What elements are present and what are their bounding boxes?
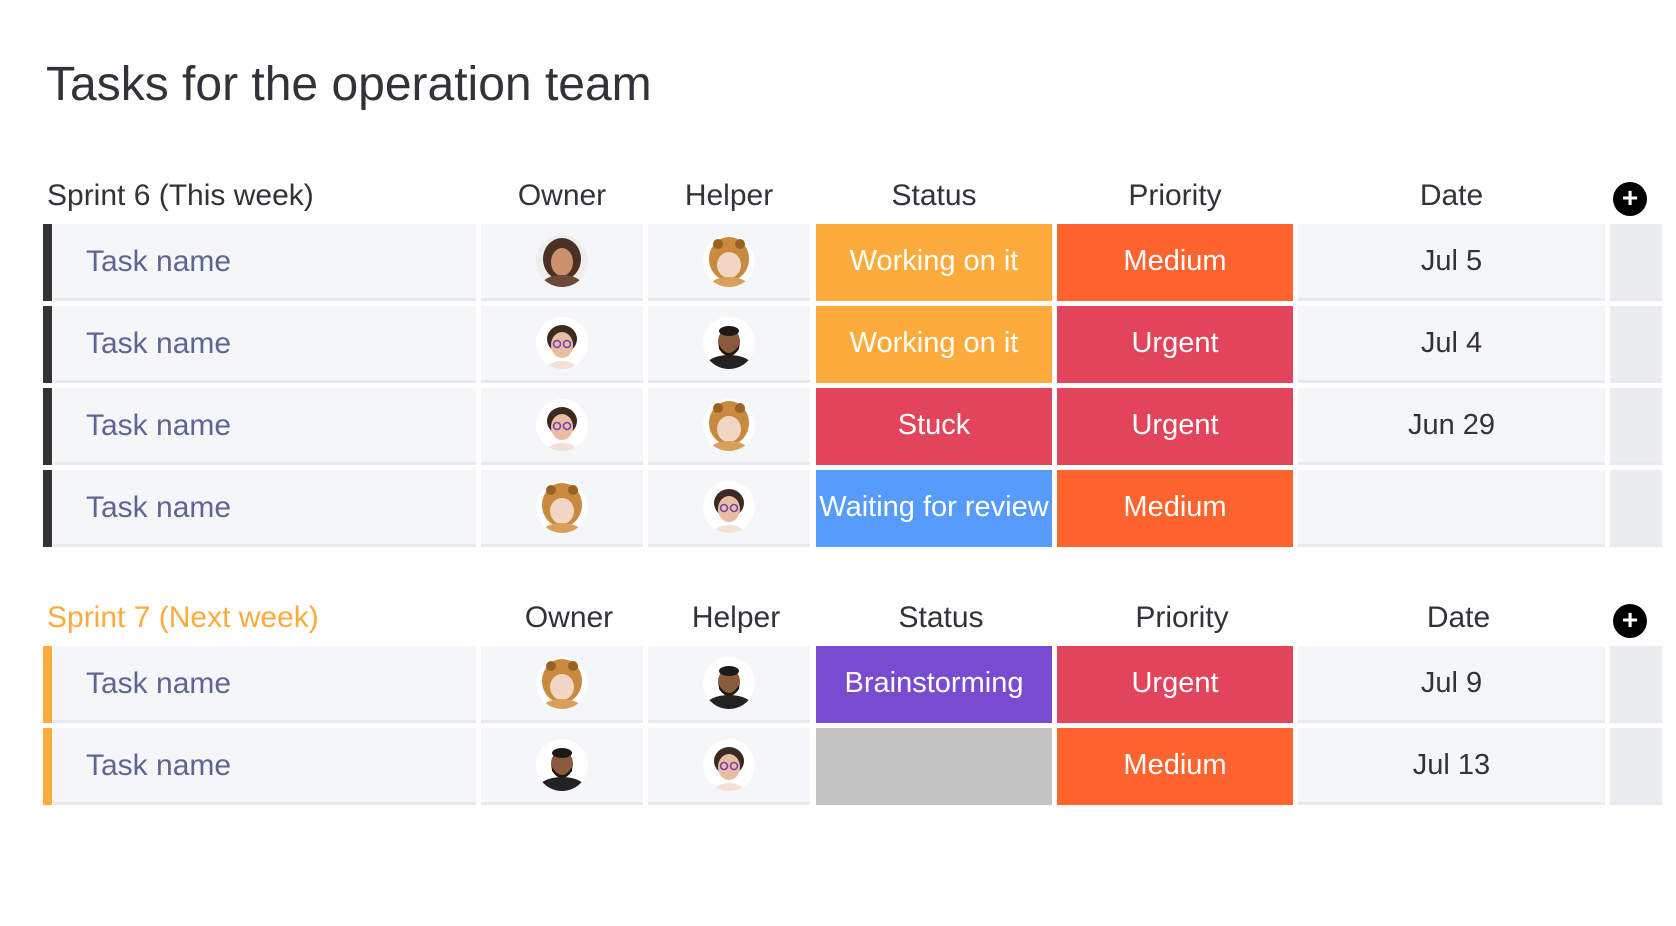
group-color-bar bbox=[43, 388, 52, 465]
woman-glasses-avatar[interactable] bbox=[703, 739, 755, 791]
task-name[interactable]: Task name bbox=[86, 664, 231, 704]
column-header-priority[interactable]: Priority bbox=[1064, 598, 1300, 638]
status-label[interactable]: Waiting for review bbox=[816, 470, 1052, 547]
task-name[interactable]: Task name bbox=[86, 746, 231, 786]
helper-cell[interactable] bbox=[648, 470, 810, 547]
column-header-status[interactable]: Status bbox=[816, 176, 1052, 216]
task-name[interactable]: Task name bbox=[86, 242, 231, 282]
date-cell[interactable]: Jul 9 bbox=[1298, 646, 1605, 723]
priority-label[interactable]: Medium bbox=[1057, 224, 1293, 301]
task-cell[interactable]: Task name bbox=[53, 646, 476, 723]
date-value: Jul 5 bbox=[1420, 245, 1483, 277]
group-title[interactable]: Sprint 6 (This week) bbox=[47, 176, 314, 216]
table-row[interactable]: Task name Stuck Urgent Jun 29 bbox=[43, 388, 1662, 470]
date-cell[interactable]: Jul 4 bbox=[1298, 306, 1605, 383]
owner-cell[interactable] bbox=[481, 728, 643, 805]
group-color-bar bbox=[43, 646, 52, 723]
date-cell[interactable]: Jun 29 bbox=[1298, 388, 1605, 465]
person-lion-hat-avatar[interactable] bbox=[536, 481, 588, 533]
owner-cell[interactable] bbox=[481, 306, 643, 383]
status-label[interactable]: Working on it bbox=[816, 306, 1052, 383]
status-label[interactable]: Stuck bbox=[816, 388, 1052, 465]
group-color-bar bbox=[43, 224, 52, 301]
priority-label[interactable]: Urgent bbox=[1057, 646, 1293, 723]
table-row[interactable]: Task name Medium Jul 13 bbox=[43, 728, 1662, 810]
task-cell[interactable]: Task name bbox=[53, 224, 476, 301]
row-extra-cell[interactable] bbox=[1610, 224, 1662, 301]
column-header-helper[interactable]: Helper bbox=[648, 176, 810, 216]
date-value: Jul 4 bbox=[1420, 327, 1483, 359]
group-color-bar bbox=[43, 306, 52, 383]
group-rows: Task name Brainstorming Urgent Jul 9 Task na… bbox=[43, 646, 1662, 810]
man-beard-avatar[interactable] bbox=[703, 317, 755, 369]
woman-glasses-avatar[interactable] bbox=[703, 481, 755, 533]
priority-label[interactable]: Urgent bbox=[1057, 388, 1293, 465]
table-row[interactable]: Task name Working on it Urgent Jul 4 bbox=[43, 306, 1662, 388]
owner-cell[interactable] bbox=[481, 224, 643, 301]
owner-cell[interactable] bbox=[481, 646, 643, 723]
row-extra-cell[interactable] bbox=[1610, 306, 1662, 383]
status-label[interactable] bbox=[816, 728, 1052, 805]
column-header-priority[interactable]: Priority bbox=[1057, 176, 1293, 216]
row-extra-cell[interactable] bbox=[1610, 470, 1662, 547]
page-title: Tasks for the operation team bbox=[46, 58, 652, 111]
column-header-owner[interactable]: Owner bbox=[481, 176, 643, 216]
date-value: Jun 29 bbox=[1407, 409, 1496, 441]
table-row[interactable]: Task name Brainstorming Urgent Jul 9 bbox=[43, 646, 1662, 728]
woman-glasses-avatar[interactable] bbox=[536, 317, 588, 369]
group-color-bar bbox=[43, 470, 52, 547]
person-lion-hat-avatar[interactable] bbox=[703, 399, 755, 451]
status-label[interactable]: Brainstorming bbox=[816, 646, 1052, 723]
woman-glasses-avatar[interactable] bbox=[536, 399, 588, 451]
column-header-helper[interactable]: Helper bbox=[655, 598, 817, 638]
table-row[interactable]: Task name Working on it Medium Jul 5 bbox=[43, 224, 1662, 306]
man-beard-avatar[interactable] bbox=[703, 657, 755, 709]
column-header-status[interactable]: Status bbox=[823, 598, 1059, 638]
person-lion-hat-avatar[interactable] bbox=[536, 657, 588, 709]
group-sprint-7: Sprint 7 (Next week) Owner Helper Status… bbox=[43, 590, 1662, 810]
person-lion-hat-avatar[interactable] bbox=[703, 235, 755, 287]
task-name[interactable]: Task name bbox=[86, 406, 231, 446]
group-header: Sprint 7 (Next week) Owner Helper Status… bbox=[43, 590, 1655, 646]
task-cell[interactable]: Task name bbox=[53, 388, 476, 465]
helper-cell[interactable] bbox=[648, 306, 810, 383]
row-extra-cell[interactable] bbox=[1610, 646, 1662, 723]
date-cell[interactable]: Jul 5 bbox=[1298, 224, 1605, 301]
task-cell[interactable]: Task name bbox=[53, 728, 476, 805]
task-cell[interactable]: Task name bbox=[53, 306, 476, 383]
column-header-owner[interactable]: Owner bbox=[488, 598, 650, 638]
task-name[interactable]: Task name bbox=[86, 488, 231, 528]
priority-label[interactable]: Urgent bbox=[1057, 306, 1293, 383]
helper-cell[interactable] bbox=[648, 646, 810, 723]
column-header-date[interactable]: Date bbox=[1298, 176, 1605, 216]
group-color-bar bbox=[43, 728, 52, 805]
helper-cell[interactable] bbox=[648, 728, 810, 805]
task-name[interactable]: Task name bbox=[86, 324, 231, 364]
owner-cell[interactable] bbox=[481, 470, 643, 547]
table-row[interactable]: Task name Waiting for review Medium bbox=[43, 470, 1662, 552]
date-cell[interactable] bbox=[1298, 470, 1605, 547]
group-title[interactable]: Sprint 7 (Next week) bbox=[47, 598, 319, 638]
group-rows: Task name Working on it Medium Jul 5 Task na… bbox=[43, 224, 1662, 552]
priority-label[interactable]: Medium bbox=[1057, 470, 1293, 547]
priority-label[interactable]: Medium bbox=[1057, 728, 1293, 805]
group-header: Sprint 6 (This week) Owner Helper Status… bbox=[43, 168, 1655, 224]
row-extra-cell[interactable] bbox=[1610, 728, 1662, 805]
date-value: Jul 9 bbox=[1420, 667, 1483, 699]
helper-cell[interactable] bbox=[648, 388, 810, 465]
task-cell[interactable]: Task name bbox=[53, 470, 476, 547]
status-label[interactable]: Working on it bbox=[816, 224, 1052, 301]
group-sprint-6: Sprint 6 (This week) Owner Helper Status… bbox=[43, 168, 1662, 552]
helper-cell[interactable] bbox=[648, 224, 810, 301]
column-header-date[interactable]: Date bbox=[1305, 598, 1612, 638]
date-value: Jul 13 bbox=[1412, 749, 1491, 781]
owner-cell[interactable] bbox=[481, 388, 643, 465]
date-cell[interactable]: Jul 13 bbox=[1298, 728, 1605, 805]
row-extra-cell[interactable] bbox=[1610, 388, 1662, 465]
man-beard-avatar[interactable] bbox=[536, 739, 588, 791]
woman-curly-hair-avatar[interactable] bbox=[536, 235, 588, 287]
plus-circle-icon[interactable]: + bbox=[1613, 604, 1647, 638]
plus-circle-icon[interactable]: + bbox=[1613, 182, 1647, 216]
